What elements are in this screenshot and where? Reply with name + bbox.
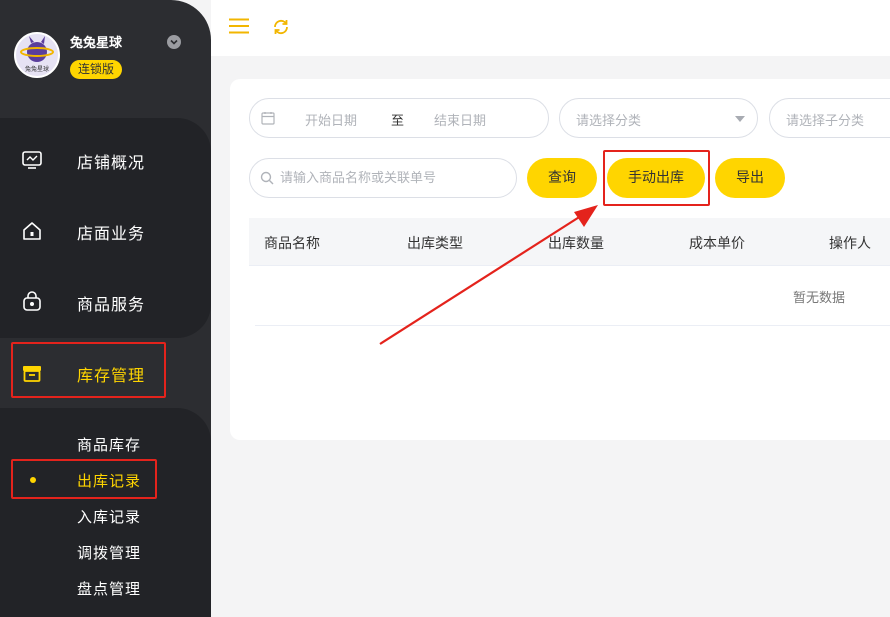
nav-label: 店铺概况	[77, 153, 146, 172]
table-divider	[255, 325, 890, 326]
subcategory-select[interactable]: 请选择子分类	[769, 98, 890, 138]
end-date-input[interactable]: 结束日期	[434, 110, 486, 129]
start-date-input[interactable]: 开始日期	[305, 110, 357, 129]
submenu-item-inbound-records[interactable]: 入库记录	[77, 506, 141, 527]
avatar-text: 兔兔星球	[25, 65, 49, 73]
date-range-picker[interactable]: 开始日期 至 结束日期	[249, 98, 549, 138]
nav-label: 库存管理	[77, 366, 146, 385]
query-button[interactable]: 查询	[527, 158, 597, 198]
shop-name: 兔兔星球	[70, 36, 123, 51]
export-button[interactable]: 导出	[715, 158, 785, 198]
nav-label: 店面业务	[77, 224, 146, 243]
submenu-item-outbound-records[interactable]: 出库记录	[77, 470, 141, 491]
category-placeholder: 请选择分类	[576, 114, 642, 129]
edition-badge: 连锁版	[70, 60, 123, 79]
caret-down-icon	[735, 116, 745, 122]
active-dot	[30, 477, 36, 483]
submenu-item-product-stock[interactable]: 商品库存	[77, 434, 141, 455]
box-icon	[20, 361, 44, 385]
sidebar: 兔兔星球 兔兔星球 连锁版 店铺概况 店面业务 商品服务 库存管理 商品库存 出…	[0, 0, 211, 617]
content-card: 开始日期 至 结束日期 请选择分类 请选择子分类 查询 手动出库 导出 商品名称…	[230, 79, 890, 440]
shop-avatar[interactable]: 兔兔星球	[14, 32, 60, 78]
submenu-item-transfer[interactable]: 调拨管理	[77, 542, 141, 563]
top-header	[211, 0, 890, 56]
home-icon	[20, 219, 44, 243]
column-header: 成本单价	[689, 236, 745, 252]
nav-item-store-business[interactable]: 店面业务	[0, 205, 211, 257]
nav-item-product-service[interactable]: 商品服务	[0, 276, 211, 328]
nav-item-overview[interactable]: 店铺概况	[0, 134, 211, 186]
calendar-icon	[261, 111, 275, 129]
nav-item-inventory[interactable]: 库存管理	[0, 347, 211, 399]
search-icon	[260, 171, 274, 189]
search-input[interactable]	[280, 168, 510, 188]
category-select[interactable]: 请选择分类	[559, 98, 758, 138]
range-separator: 至	[391, 114, 405, 129]
column-header: 操作人	[829, 236, 871, 252]
refresh-icon[interactable]	[272, 18, 290, 40]
bag-icon	[20, 290, 44, 314]
column-header: 商品名称	[264, 236, 320, 252]
subcategory-placeholder: 请选择子分类	[786, 114, 865, 129]
column-header: 出库类型	[407, 236, 463, 252]
submenu-item-stocktake[interactable]: 盘点管理	[77, 578, 141, 599]
nav-label: 商品服务	[77, 295, 146, 314]
monitor-icon	[20, 148, 44, 172]
manual-outbound-button[interactable]: 手动出库	[607, 158, 705, 198]
table-header: 商品名称 出库类型 出库数量 成本单价 操作人	[249, 218, 890, 266]
column-header: 出库数量	[548, 236, 604, 252]
empty-state: 暂无数据	[793, 291, 846, 306]
chevron-down-icon[interactable]	[167, 35, 181, 49]
hamburger-icon[interactable]	[229, 18, 249, 38]
search-field[interactable]	[249, 158, 517, 198]
